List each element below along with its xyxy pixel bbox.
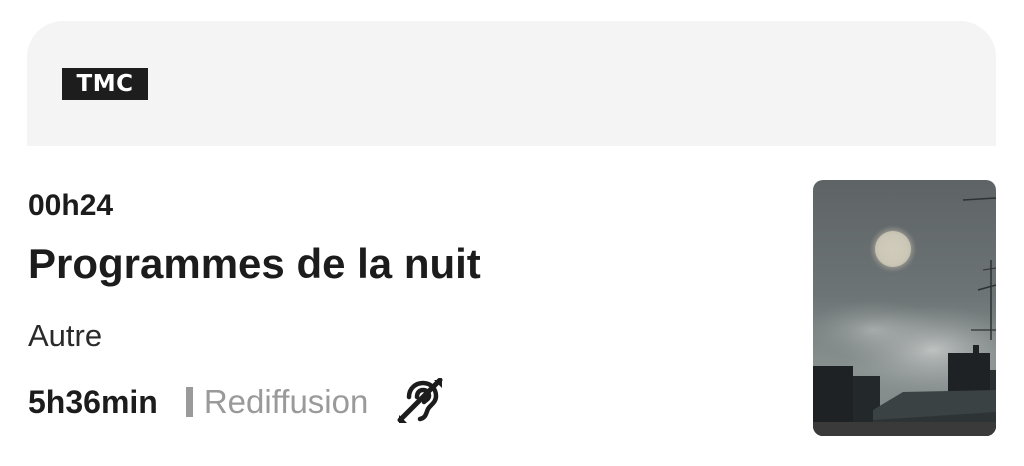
card-header: TMC [27,21,996,146]
program-duration: 5h36min [28,384,158,420]
channel-logo: TMC [62,68,148,100]
rebroadcast-label: Rediffusion [203,383,369,420]
program-genre: Autre [28,318,103,353]
program-card[interactable]: TMC 00h24 Programmes de la nuit Autre 5h… [0,0,1024,466]
hearing-impaired-icon [396,377,444,426]
program-title[interactable]: Programmes de la nuit [28,238,481,290]
broadcast-time: 00h24 [28,189,114,222]
night-sky-image [813,180,996,436]
program-meta: 5h36min Rediffusion [28,377,444,426]
program-thumbnail[interactable] [813,180,996,436]
separator [185,387,193,417]
